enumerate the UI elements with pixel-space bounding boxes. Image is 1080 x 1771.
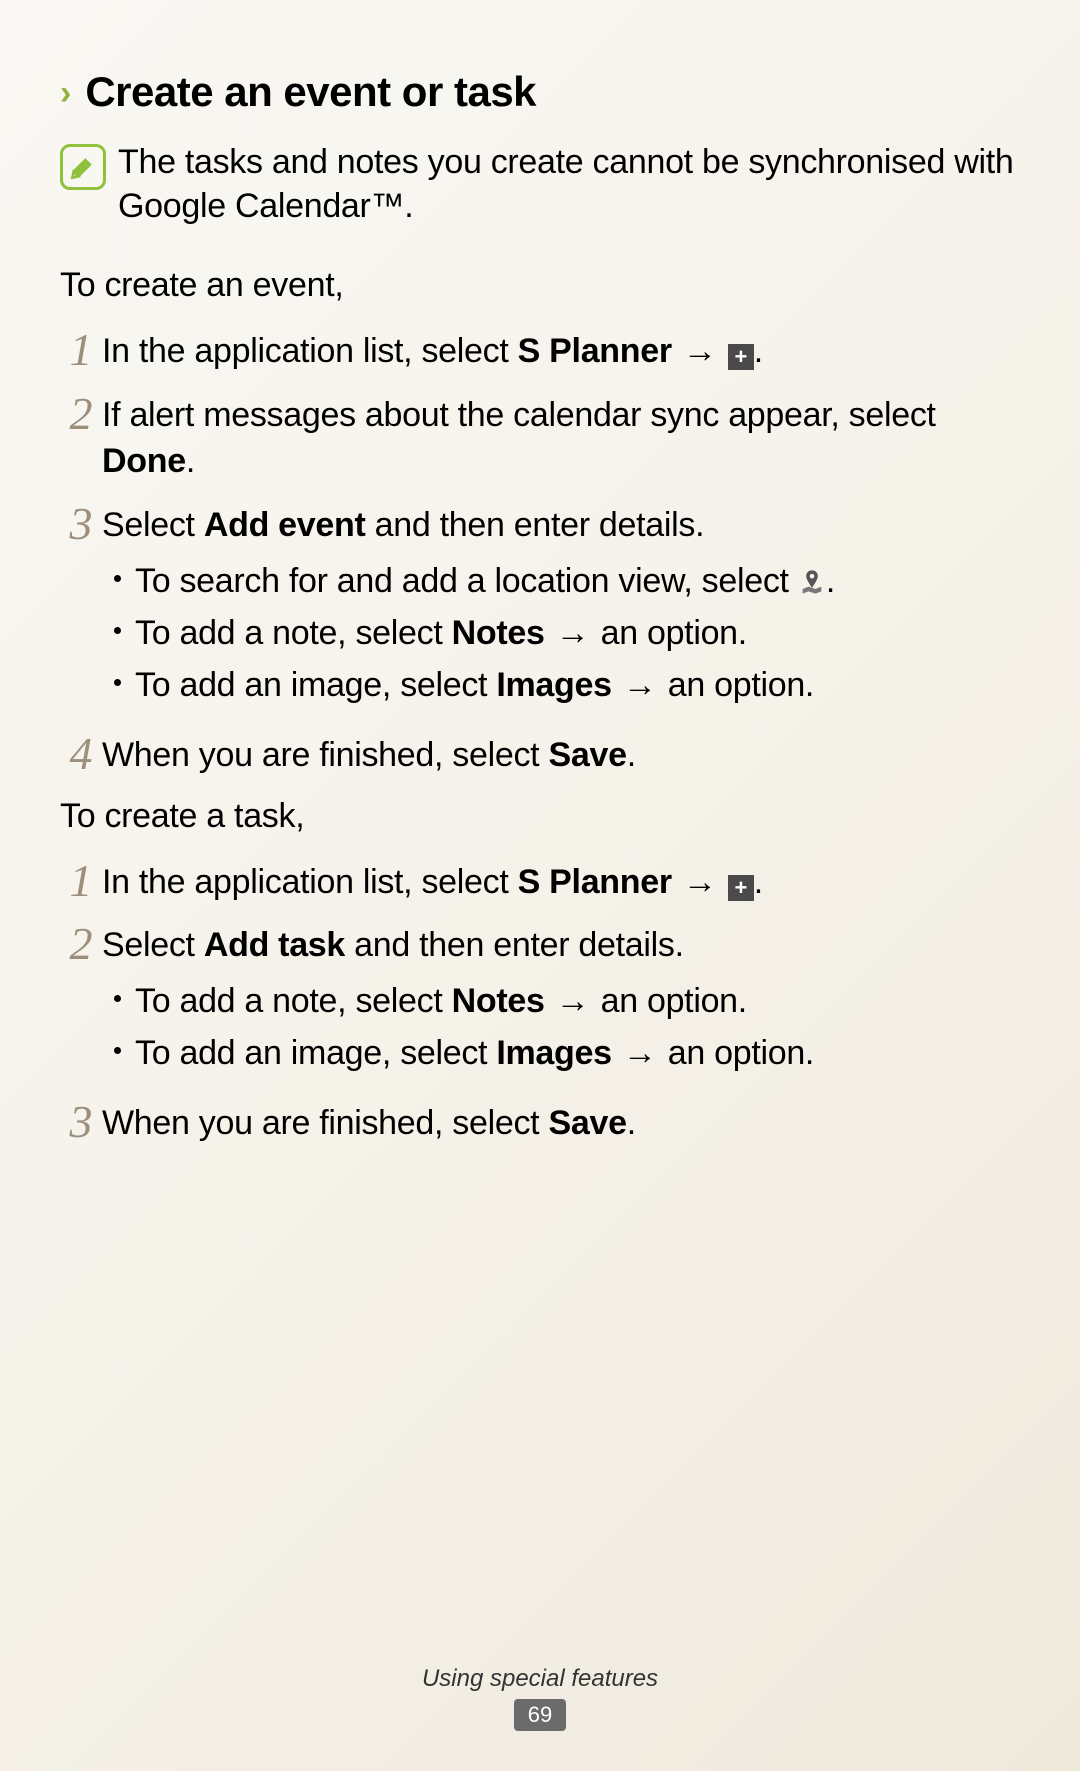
plus-icon: +	[728, 875, 754, 901]
page-number-badge: 69	[514, 1699, 566, 1731]
step-body: In the application list, select S Planne…	[102, 860, 1020, 906]
chevron-right-icon: ›	[60, 76, 71, 110]
task-intro: To create a task,	[60, 797, 1020, 836]
sub-bullet: To add a note, select Notes → an option.	[102, 979, 1020, 1025]
task-step-3: 3 When you are finished, select Save.	[60, 1101, 1020, 1147]
bullet-dot-icon	[114, 679, 121, 686]
event-step-4: 4 When you are finished, select Save.	[60, 733, 1020, 779]
page-footer: Using special features 69	[0, 1665, 1080, 1731]
step-number: 1	[60, 327, 102, 373]
step-number: 1	[60, 858, 102, 904]
event-step-1: 1 In the application list, select S Plan…	[60, 329, 1020, 375]
step-body: When you are finished, select Save.	[102, 1101, 1020, 1147]
step-body: When you are finished, select Save.	[102, 733, 1020, 779]
task-step-1: 1 In the application list, select S Plan…	[60, 860, 1020, 906]
step-body: In the application list, select S Planne…	[102, 329, 1020, 375]
step-number: 3	[60, 501, 102, 547]
footer-chapter-title: Using special features	[0, 1665, 1080, 1693]
section-heading-row: › Create an event or task	[60, 68, 1020, 116]
pencil-note-icon	[60, 144, 106, 190]
task-step-2: 2 Select Add task and then enter details…	[60, 923, 1020, 1083]
note-row: The tasks and notes you create cannot be…	[60, 140, 1020, 228]
sub-bullet: To add an image, select Images → an opti…	[102, 1031, 1020, 1077]
step-number: 2	[60, 391, 102, 437]
section-heading: Create an event or task	[85, 68, 536, 116]
bullet-dot-icon	[114, 627, 121, 634]
note-text: The tasks and notes you create cannot be…	[118, 140, 1020, 228]
sub-bullet: To add a note, select Notes → an option.	[102, 611, 1020, 657]
plus-icon: +	[728, 344, 754, 370]
event-intro: To create an event,	[60, 266, 1020, 305]
event-step-3: 3 Select Add event and then enter detail…	[60, 503, 1020, 715]
step-body: If alert messages about the calendar syn…	[102, 393, 1020, 485]
bullet-dot-icon	[114, 995, 121, 1002]
sub-bullet: To add an image, select Images → an opti…	[102, 663, 1020, 709]
bullet-dot-icon	[114, 575, 121, 582]
step-number: 2	[60, 921, 102, 967]
step-body: Select Add task and then enter details. …	[102, 923, 1020, 1083]
event-step-2: 2 If alert messages about the calendar s…	[60, 393, 1020, 485]
step-number: 3	[60, 1099, 102, 1145]
map-pin-icon	[798, 568, 826, 596]
sub-bullet: To search for and add a location view, s…	[102, 559, 1020, 605]
bullet-dot-icon	[114, 1047, 121, 1054]
step-number: 4	[60, 731, 102, 777]
step-body: Select Add event and then enter details.…	[102, 503, 1020, 715]
